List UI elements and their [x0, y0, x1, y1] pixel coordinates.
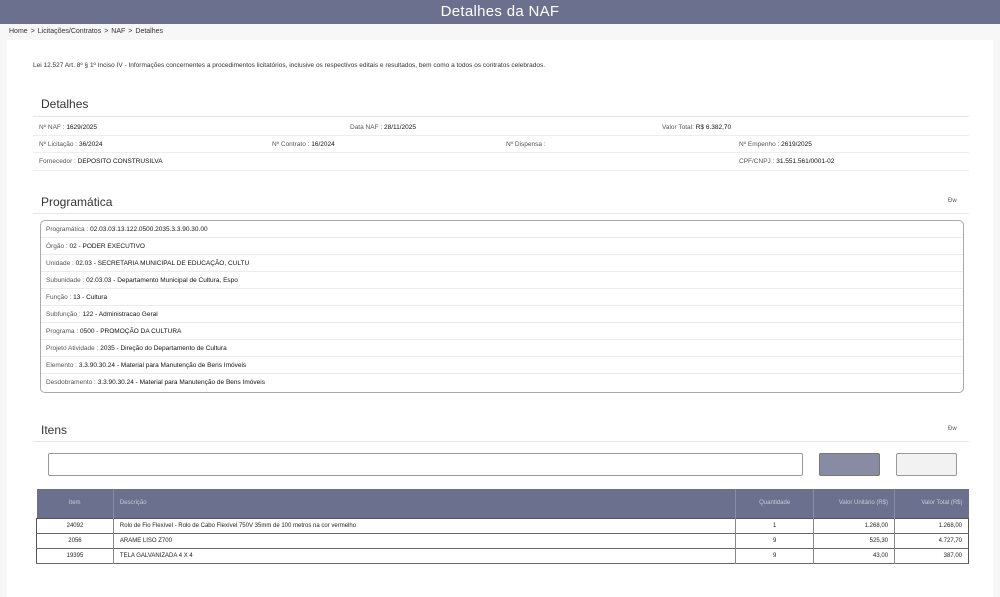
breadcrumb-naf[interactable]: NAF [111, 28, 125, 35]
cell-item: 24092 [36, 518, 114, 533]
programatica-label: Subfunção : [46, 311, 81, 318]
field-empenho: Nº Empenho : 2619/2025 [739, 141, 812, 148]
detalhes-title: Detalhes [41, 97, 89, 111]
programatica-value: 2035 - Direção do Departamento de Cultur… [100, 345, 227, 352]
column-header-valor-unitario[interactable]: Valor Unitário (R$) [813, 489, 896, 518]
column-header-quantidade[interactable]: Quantidade [735, 489, 815, 518]
programatica-value: 3.3.90.30.24 - Material para Manutenção … [97, 379, 265, 386]
page-header: Detalhes da NAF [0, 0, 1000, 24]
breadcrumb: Home > Licitações/Contratos > NAF > Detalhes [9, 28, 164, 35]
cell-quantidade: 9 [735, 548, 815, 563]
divider [33, 170, 969, 171]
programatica-label: Órgão : [46, 243, 68, 250]
clear-button[interactable] [896, 453, 957, 476]
programatica-row: Programa : 0500 - PROMOÇÃO DA CULTURA [41, 323, 963, 340]
programatica-row: Projeto Atividade : 2035 - Direção do De… [41, 340, 963, 357]
field-contrato: Nº Contrato : 16/2024 [272, 141, 335, 148]
programatica-label: Projeto Atividade : [46, 345, 99, 352]
programatica-value: 3.3.90.30.24 - Material para Manutenção … [78, 362, 247, 369]
field-naf: Nº NAF : 1629/2025 [39, 124, 98, 131]
programatica-title: Programática [41, 195, 113, 209]
column-header-valor-total[interactable]: Valor Total (R$) [895, 489, 969, 518]
table-row[interactable]: 24092 Rolo de Fio Flexível - Rolo de Cabo… [36, 518, 969, 533]
cell-total: 387,00 [943, 552, 962, 559]
field-dispensa: Nº Dispensa : [506, 141, 546, 148]
page-title: Detalhes da NAF [440, 3, 560, 20]
programatica-row: Desdobramento : 3.3.90.30.24 - Material … [41, 374, 963, 391]
field-fornecedor: Fornecedor : DEPOSITO CONSTRUSILVA [39, 158, 163, 165]
programatica-label: Função : [46, 294, 72, 301]
divider [33, 152, 969, 153]
programatica-row: Subfunção : 122 - Administracao Geral [41, 306, 963, 323]
programatica-value: 122 - Administracao Geral [82, 311, 158, 318]
breadcrumb-home[interactable]: Home [9, 28, 28, 35]
divider [33, 213, 969, 214]
programatica-row: Unidade : 02.03 - SECRETARIA MUNICIPAL D… [41, 255, 963, 272]
programatica-label: Programática : [46, 226, 89, 233]
divider [33, 116, 969, 117]
divider [33, 135, 969, 136]
field-valor-total: Valor Total: R$ 6.382,70 [662, 124, 732, 131]
programatica-row: Subunidade : 02.03.03 - Departamento Mun… [41, 272, 963, 289]
itens-title: Itens [41, 423, 68, 437]
cell-descricao: Rolo de Fio Flexível - Rolo de Cabo Flex… [113, 518, 737, 533]
table-row[interactable]: 2056 ARAME LISO Z700 9 525,30 4.727,70 [36, 533, 969, 548]
cell-unitario: 43,00 [813, 548, 896, 563]
itens-toggle-icon[interactable]: Ðw [948, 426, 957, 432]
cell-total: 1.268,00 [938, 522, 962, 529]
cell-descricao: ARAME LISO Z700 [113, 533, 737, 548]
programatica-box: Programática : 02.03.03.13.122.0500.2035… [40, 220, 964, 393]
cell-quantidade: 1 [735, 518, 815, 533]
programatica-value: 02.03.03 - Departamento Municipal de Cul… [86, 277, 238, 284]
field-licitacao: Nº Licitação : 36/2024 [39, 141, 103, 148]
programatica-label: Desdobramento : [46, 379, 96, 386]
programatica-label: Unidade : [46, 260, 74, 267]
cell-quantidade: 9 [735, 533, 815, 548]
programatica-value: 02 - PODER EXECUTIVO [69, 243, 146, 250]
programatica-row: Órgão : 02 - PODER EXECUTIVO [41, 238, 963, 255]
law-notice: Lei 12.527 Art. 8º § 1º Inciso IV - Info… [33, 62, 546, 69]
programatica-value: 13 - Cultura [73, 294, 108, 301]
cell-item: 19395 [36, 548, 114, 563]
column-header-descricao[interactable]: Descrição [113, 489, 737, 518]
column-header-item[interactable]: Item [36, 489, 114, 518]
programatica-label: Programa : [46, 328, 79, 335]
programatica-label: Elemento : [46, 362, 78, 369]
programatica-row: Função : 13 - Cultura [41, 289, 963, 306]
divider [33, 441, 969, 442]
cell-total: 4.727,70 [938, 537, 962, 544]
cell-unitario: 525,30 [813, 533, 896, 548]
programatica-row: Elemento : 3.3.90.30.24 - Material para … [41, 357, 963, 374]
breadcrumb-current: Detalhes [135, 28, 164, 35]
programatica-value: 02.03.03.13.122.0500.2035.3.3.90.30.00 [90, 226, 208, 233]
breadcrumb-licitacoes[interactable]: Licitações/Contratos [38, 28, 101, 35]
itens-table: Item Descrição Quantidade Valor Unitário… [36, 489, 969, 564]
cell-item: 2056 [36, 533, 114, 548]
programatica-toggle-icon[interactable]: Ðw [948, 198, 957, 204]
search-button[interactable] [819, 453, 880, 476]
page: Detalhes da NAF Home > Licitações/Contrato… [0, 0, 1000, 597]
programatica-label: Subunidade : [46, 277, 85, 284]
field-cpf-cnpj: CPF/CNPJ : 31.551.561/0001-02 [739, 158, 835, 165]
field-data-naf: Data NAF : 28/11/2025 [350, 124, 417, 131]
programatica-row: Programática : 02.03.03.13.122.0500.2035… [41, 221, 963, 238]
cell-descricao: TELA GALVANIZADA 4 X 4 [113, 548, 737, 563]
table-header-row: Item Descrição Quantidade Valor Unitário… [36, 489, 969, 518]
programatica-value: 0500 - PROMOÇÃO DA CULTURA [79, 328, 182, 335]
itens-search-input[interactable] [48, 453, 803, 476]
table-row[interactable]: 19395 TELA GALVANIZADA 4 X 4 9 43,00 387,00 [36, 548, 969, 563]
cell-unitario: 1.268,00 [813, 518, 896, 533]
programatica-value: 02.03 - SECRETARIA MUNICIPAL DE EDUCAÇÃO… [75, 260, 250, 267]
